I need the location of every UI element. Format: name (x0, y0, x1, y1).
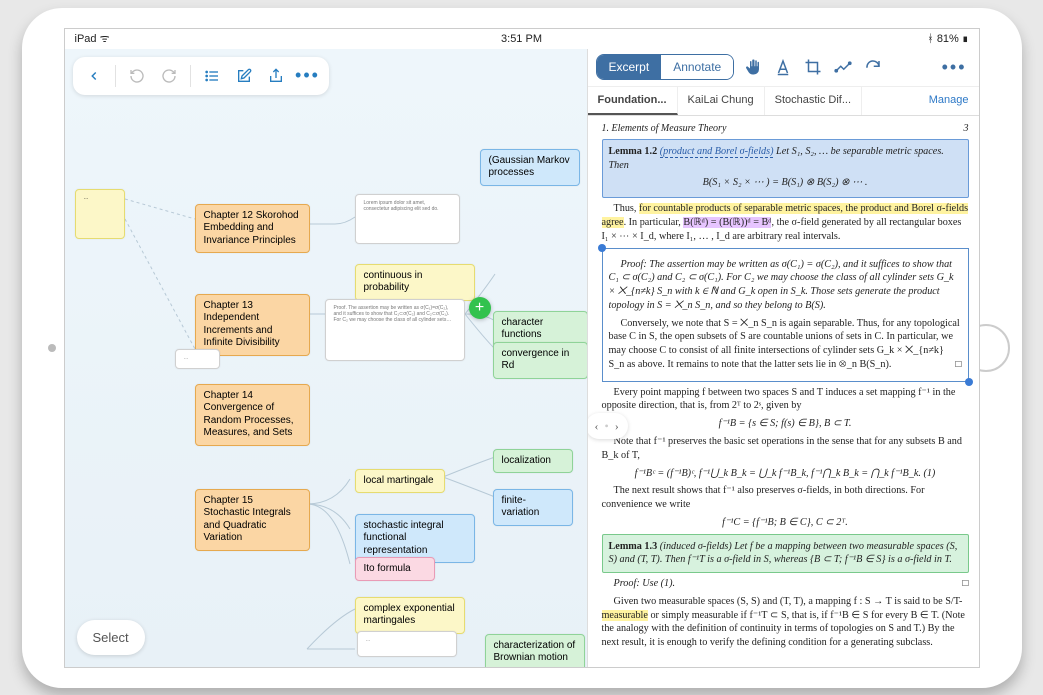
formula-ops: f⁻¹Bᶜ = (f⁻¹B)ᶜ, f⁻¹⋃_k B_k = ⋃_k f⁻¹B_k… (602, 467, 969, 481)
select-button[interactable]: Select (77, 620, 145, 655)
status-bar: iPad ᯤ 3:51 PM ᚼ 81% ▮ (65, 29, 979, 49)
back-button[interactable] (79, 61, 109, 91)
page-heading: 1. Elements of Measure Theory3 (602, 122, 969, 136)
right-more-button[interactable]: ••• (938, 57, 971, 78)
node-local-mart[interactable]: local martingale (355, 469, 445, 494)
node-ch13[interactable]: Chapter 13 Independent Increments and In… (195, 294, 310, 356)
formula-conv: f⁻¹C = {f⁻¹B; B ∈ C}, C ⊂ 2ᵀ. (602, 516, 969, 530)
note-small1[interactable]: … (175, 349, 220, 369)
selection-handle-br[interactable] (965, 378, 973, 386)
note-ch12[interactable]: Lorem ipsum dolor sit amet, consectetur … (355, 194, 460, 244)
tab-foundation[interactable]: Foundation... (588, 87, 678, 115)
proof-13: Proof: Use (1).□ (602, 577, 969, 591)
node-ito[interactable]: Ito formula (355, 557, 435, 582)
right-toolbar: Excerpt Annotate ••• (588, 49, 979, 87)
seg-excerpt[interactable]: Excerpt (597, 55, 662, 79)
tab-kailai[interactable]: KaiLai Chung (678, 87, 765, 115)
prev-page[interactable]: ‹ (595, 418, 599, 434)
undo-button[interactable] (122, 61, 152, 91)
node-finite-var[interactable]: finite-variation (493, 489, 573, 526)
selection-handle-tl[interactable] (598, 244, 606, 252)
note-complex[interactable]: … (357, 631, 457, 657)
node-stoch-int[interactable]: stochastic integral functional represent… (355, 514, 475, 564)
text-style-icon[interactable] (772, 56, 794, 78)
refresh-icon[interactable] (862, 56, 884, 78)
lemma-1-3[interactable]: Lemma 1.3 (induced σ-fields) Let f be a … (602, 534, 969, 574)
node-ch14[interactable]: Chapter 14 Convergence of Random Process… (195, 384, 310, 446)
mode-segment: Excerpt Annotate (596, 54, 735, 80)
tab-stochastic[interactable]: Stochastic Dif... (765, 87, 862, 115)
para-final: Given two measurable spaces (S, S) and (… (602, 595, 969, 650)
node-ch15[interactable]: Chapter 15 Stochastic Integrals and Quad… (195, 489, 310, 551)
tab-manage[interactable]: Manage (919, 87, 979, 115)
node-cont-prob[interactable]: continuous in probability (355, 264, 475, 301)
lemma-1-2[interactable]: Lemma 1.2 (product and Borel σ-fields) L… (602, 139, 969, 198)
node-char-brown[interactable]: characterization of Brownian motion (485, 634, 585, 667)
left-toolbar: ••• (73, 57, 329, 95)
outline-button[interactable] (197, 61, 227, 91)
note-ch13[interactable]: Proof. The assertion may be written as σ… (325, 299, 465, 361)
share-button[interactable] (261, 61, 291, 91)
node-ch12[interactable]: Chapter 12 Skorohod Embedding and Invari… (195, 204, 310, 254)
para-after-lemma12: Thus, for countable products of separabl… (602, 202, 969, 243)
page-nav: ‹ • › (588, 413, 628, 439)
node-localization[interactable]: localization (493, 449, 573, 474)
para-next: The next result shows that f⁻¹ also pres… (602, 484, 969, 512)
node-gaussian[interactable]: (Gaussian Markov processes (480, 149, 580, 186)
crop-icon[interactable] (802, 56, 824, 78)
doc-pane: Excerpt Annotate ••• Foundation... KaiLa… (587, 49, 979, 667)
doc-tabs: Foundation... KaiLai Chung Stochastic Di… (588, 87, 979, 116)
node-conv-rd[interactable]: convergence in Rd (493, 342, 587, 379)
redo-button[interactable] (154, 61, 184, 91)
lasso-icon[interactable] (832, 56, 854, 78)
formula-map: f⁻¹B = {s ∈ S; f(s) ∈ B}, B ⊂ T. (602, 417, 969, 431)
document-view[interactable]: 1. Elements of Measure Theory3 Lemma 1.2… (588, 116, 979, 667)
mindmap-pane[interactable]: ••• (65, 49, 587, 667)
root-note[interactable]: … (75, 189, 125, 239)
edit-button[interactable] (229, 61, 259, 91)
para-map: Every point mapping f between two spaces… (602, 386, 969, 414)
more-button[interactable]: ••• (293, 61, 323, 91)
add-node-button[interactable]: + (469, 297, 491, 319)
node-complex-exp[interactable]: complex exponential martingales (355, 597, 465, 634)
clock: 3:51 PM (501, 33, 542, 45)
next-page[interactable]: › (615, 418, 619, 434)
para-preserve: Note that f⁻¹ preserves the basic set op… (602, 435, 969, 463)
wifi-icon: ᯤ (100, 33, 110, 45)
seg-annotate[interactable]: Annotate (661, 55, 733, 79)
proof-box-selected[interactable]: Proof: The assertion may be written as σ… (602, 248, 969, 382)
bluetooth-icon: ᚼ (927, 33, 934, 45)
hand-icon[interactable] (742, 56, 764, 78)
